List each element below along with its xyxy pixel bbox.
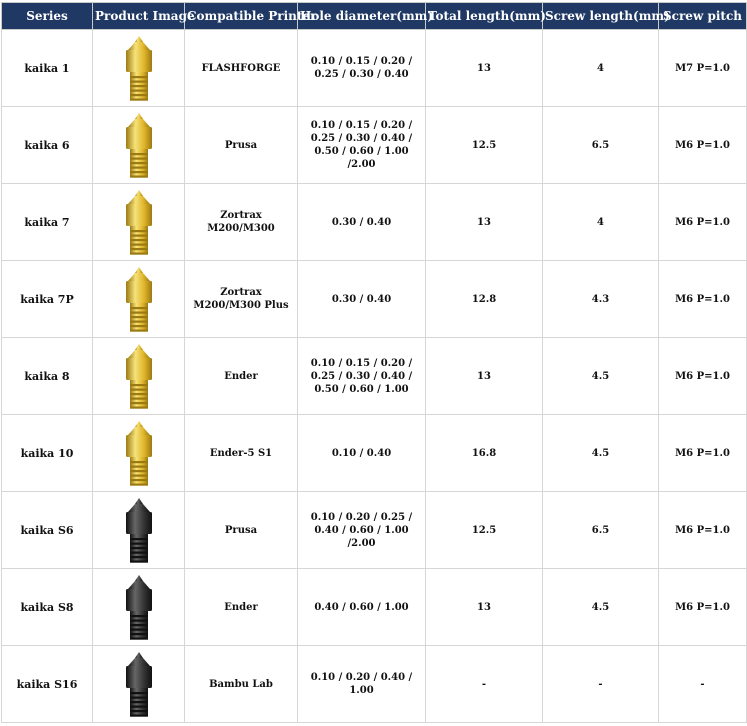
total-length-cell: 12.5 — [425, 106, 543, 184]
total-length-cell: 16.8 — [425, 414, 543, 492]
product-image-cell — [92, 645, 185, 723]
printer-cell: FLASHFORGE — [184, 29, 298, 107]
screw-pitch-cell: M7 P=1.0 — [658, 29, 747, 107]
product-image-cell — [92, 106, 185, 184]
hole-diameter-cell: 0.10 / 0.20 / 0.40 / 1.00 — [297, 645, 426, 723]
product-image-cell — [92, 337, 185, 415]
brass-nozzle-icon — [125, 344, 152, 409]
table-row: kaika S6 Prusa 0.10 / 0.20 / 0.25 / 0.40 /… — [1, 491, 747, 569]
screw-pitch-cell: M6 P=1.0 — [658, 260, 747, 338]
table-row: kaika 10 Ender-5 S1 0.10 / 0.40 16.8 4.5 M6 P… — [1, 414, 747, 492]
hole-diameter-cell: 0.10 / 0.15 / 0.20 / 0.25 / 0.30 / 0.40 … — [297, 337, 426, 415]
screw-length-cell: 4.5 — [542, 414, 659, 492]
table-row: kaika 6 Prusa 0.10 / 0.15 / 0.20 / 0.25 / … — [1, 106, 747, 184]
printer-cell: Prusa — [184, 106, 298, 184]
table-row: kaika 7 Zortrax M200/M300 0.30 / 0.40 13 4 M6… — [1, 183, 747, 261]
black-nozzle-icon — [125, 498, 152, 563]
header-screw-length: Screw length(mm) — [542, 2, 670, 30]
series-cell: kaika S16 — [1, 645, 93, 723]
hole-diameter-cell: 0.40 / 0.60 / 1.00 — [297, 568, 426, 646]
brass-nozzle-icon — [125, 421, 152, 486]
header-compatible-printer: Compatible Printer — [184, 2, 316, 30]
table-row: kaika S8 Ender 0.40 / 0.60 / 1.00 13 4.5 M6 P… — [1, 568, 747, 646]
printer-cell: Zortrax M200/M300 Plus — [184, 260, 298, 338]
black-nozzle-icon — [125, 575, 152, 640]
screw-pitch-cell: M6 P=1.0 — [658, 106, 747, 184]
hole-diameter-cell: 0.30 / 0.40 — [297, 183, 426, 261]
screw-pitch-cell: M6 P=1.0 — [658, 183, 747, 261]
table-row: kaika 8 Ender 0.10 / 0.15 / 0.20 / 0.25 / … — [1, 337, 747, 415]
hole-diameter-cell: 0.10 / 0.40 — [297, 414, 426, 492]
brass-nozzle-icon — [125, 190, 152, 255]
brass-nozzle-icon — [125, 113, 152, 178]
series-cell: kaika S8 — [1, 568, 93, 646]
hole-diameter-cell: 0.30 / 0.40 — [297, 260, 426, 338]
printer-cell: Prusa — [184, 491, 298, 569]
series-cell: kaika S6 — [1, 491, 93, 569]
header-series: Series — [1, 2, 93, 30]
screw-length-cell: 6.5 — [542, 106, 659, 184]
total-length-cell: 13 — [425, 337, 543, 415]
screw-pitch-cell: M6 P=1.0 — [658, 491, 747, 569]
product-image-cell — [92, 568, 185, 646]
series-cell: kaika 10 — [1, 414, 93, 492]
total-length-cell: - — [425, 645, 543, 723]
brass-nozzle-icon — [125, 36, 152, 101]
screw-pitch-cell: M6 P=1.0 — [658, 337, 747, 415]
header-total-length: Total length(mm) — [425, 2, 546, 30]
product-image-cell — [92, 29, 185, 107]
header-row: Series Product Image Compatible Printer … — [1, 2, 747, 30]
screw-length-cell: 4 — [542, 29, 659, 107]
series-cell: kaika 7P — [1, 260, 93, 338]
total-length-cell: 13 — [425, 29, 543, 107]
hole-diameter-cell: 0.10 / 0.15 / 0.20 / 0.25 / 0.30 / 0.40 … — [297, 106, 426, 184]
nozzle-spec-table: Series Product Image Compatible Printer … — [1, 2, 747, 723]
series-cell: kaika 1 — [1, 29, 93, 107]
screw-length-cell: 4.5 — [542, 568, 659, 646]
table-row: kaika S16 Bambu Lab 0.10 / 0.20 / 0.40 / 1… — [1, 645, 747, 723]
product-image-cell — [92, 491, 185, 569]
printer-cell: Ender — [184, 568, 298, 646]
product-image-cell — [92, 260, 185, 338]
printer-cell: Ender — [184, 337, 298, 415]
total-length-cell: 13 — [425, 568, 543, 646]
printer-cell: Ender-5 S1 — [184, 414, 298, 492]
screw-pitch-cell: M6 P=1.0 — [658, 568, 747, 646]
header-hole-diameter: Hole diameter(mm) — [297, 2, 433, 30]
screw-pitch-cell: M6 P=1.0 — [658, 414, 747, 492]
header-product-image: Product Image — [92, 2, 195, 30]
hole-diameter-cell: 0.10 / 0.20 / 0.25 / 0.40 / 0.60 / 1.00 … — [297, 491, 426, 569]
screw-length-cell: - — [542, 645, 659, 723]
screw-pitch-cell: - — [658, 645, 747, 723]
table-row: kaika 7P Zortrax M200/M300 Plus 0.30 / 0.4… — [1, 260, 747, 338]
printer-cell: Bambu Lab — [184, 645, 298, 723]
series-cell: kaika 7 — [1, 183, 93, 261]
screw-length-cell: 4 — [542, 183, 659, 261]
series-cell: kaika 6 — [1, 106, 93, 184]
total-length-cell: 12.5 — [425, 491, 543, 569]
black-nozzle-icon — [125, 652, 152, 717]
screw-length-cell: 4.3 — [542, 260, 659, 338]
header-screw-pitch: Screw pitch — [658, 2, 747, 30]
screw-length-cell: 6.5 — [542, 491, 659, 569]
brass-nozzle-icon — [125, 267, 152, 332]
hole-diameter-cell: 0.10 / 0.15 / 0.20 / 0.25 / 0.30 / 0.40 — [297, 29, 426, 107]
table-row: kaika 1 FLASHFORGE 0.10 / 0.15 / 0.20 / 0.… — [1, 29, 747, 107]
printer-cell: Zortrax M200/M300 — [184, 183, 298, 261]
screw-length-cell: 4.5 — [542, 337, 659, 415]
total-length-cell: 13 — [425, 183, 543, 261]
total-length-cell: 12.8 — [425, 260, 543, 338]
series-cell: kaika 8 — [1, 337, 93, 415]
product-image-cell — [92, 414, 185, 492]
product-image-cell — [92, 183, 185, 261]
